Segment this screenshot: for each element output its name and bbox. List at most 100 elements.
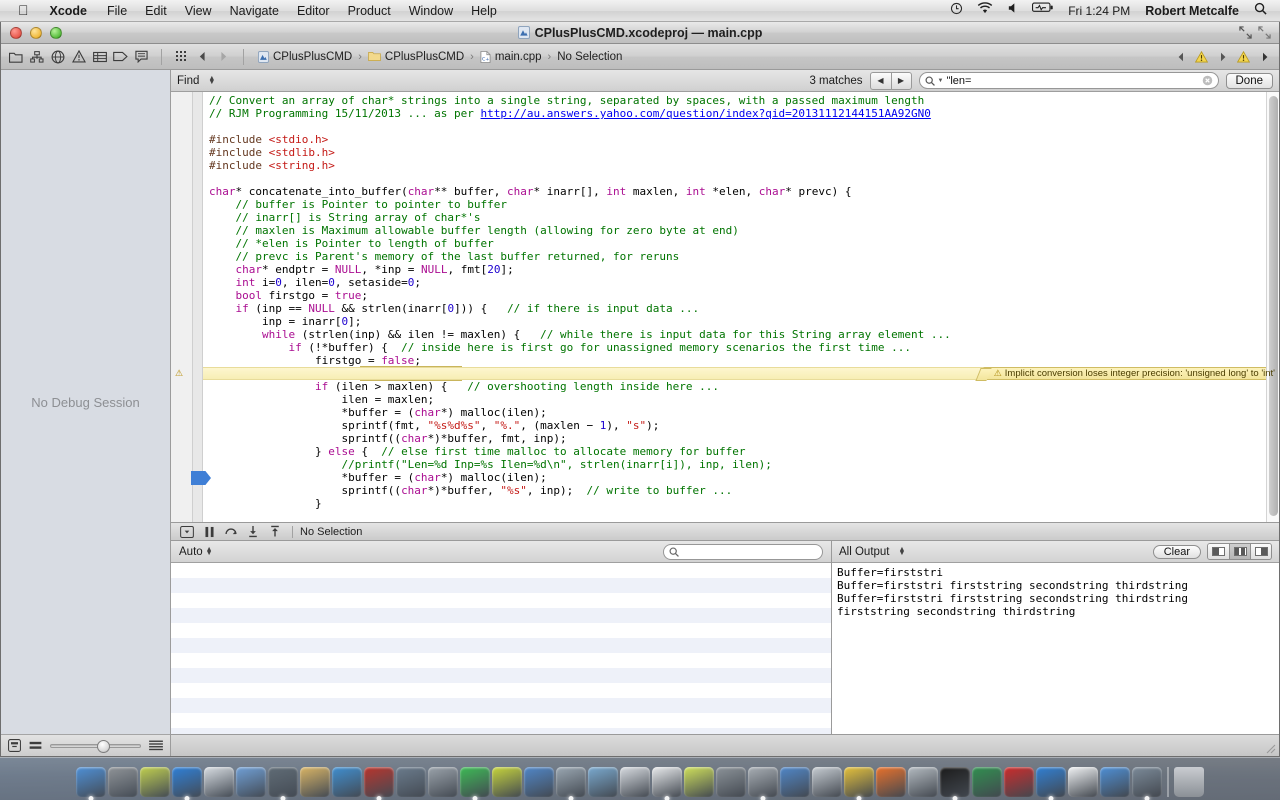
- dock-item-opera[interactable]: [684, 767, 714, 797]
- menu-item-product[interactable]: Product: [339, 2, 400, 20]
- find-mode-stepper-icon[interactable]: ▲▼: [208, 77, 215, 85]
- dock-item-paint[interactable]: [844, 767, 874, 797]
- dock-item-globe[interactable]: [1132, 767, 1162, 797]
- menu-item-edit[interactable]: Edit: [136, 2, 176, 20]
- list-small-icon[interactable]: [29, 740, 42, 751]
- console-output-area[interactable]: Buffer=firststri Buffer=firststri firsts…: [832, 563, 1279, 734]
- gutter-warning-icon[interactable]: ⚠: [175, 368, 183, 379]
- warning-icon[interactable]: [1192, 48, 1211, 66]
- dock-item-bluetooth[interactable]: [1036, 767, 1066, 797]
- dock-item-mail[interactable]: [140, 767, 170, 797]
- forward-arrow-icon[interactable]: [214, 48, 233, 66]
- find-done-button[interactable]: Done: [1226, 73, 1274, 89]
- menu-item-xcode[interactable]: Xcode: [39, 2, 99, 20]
- dock-item-notes2[interactable]: [780, 767, 810, 797]
- find-mode-label[interactable]: Find: [177, 75, 199, 87]
- comment-icon[interactable]: [132, 48, 151, 66]
- menu-item-help[interactable]: Help: [462, 2, 506, 20]
- hierarchy-icon[interactable]: [27, 48, 46, 66]
- globe-icon[interactable]: [48, 48, 67, 66]
- folder-icon[interactable]: [6, 48, 25, 66]
- battery-icon[interactable]: [1025, 2, 1061, 20]
- dock-item-activity[interactable]: [972, 767, 1002, 797]
- menu-bar-user[interactable]: Robert Metcalfe: [1137, 2, 1247, 20]
- console-filter-stepper-icon[interactable]: ▲▼: [899, 548, 906, 556]
- dock-item-lantern[interactable]: [492, 767, 522, 797]
- window-fullscreen-controls[interactable]: [1239, 26, 1271, 39]
- code-area[interactable]: // Convert an array of char* strings int…: [203, 92, 1279, 522]
- grid-icon[interactable]: [172, 48, 191, 66]
- wifi-icon[interactable]: [970, 2, 1000, 20]
- step-over-icon[interactable]: [221, 524, 241, 539]
- dock-item-dvd[interactable]: [908, 767, 938, 797]
- variables-scope-stepper-icon[interactable]: ▲▼: [206, 548, 213, 556]
- variables-list[interactable]: [171, 563, 831, 734]
- variables-scope-label[interactable]: Auto: [179, 546, 203, 558]
- minimize-button[interactable]: [30, 27, 42, 39]
- clear-icon[interactable]: [1202, 75, 1213, 86]
- resize-grip-icon[interactable]: [1264, 742, 1276, 754]
- variables-row[interactable]: [171, 578, 831, 593]
- dock-item-utility[interactable]: [812, 767, 842, 797]
- trash-icon[interactable]: [1174, 767, 1204, 797]
- navigator-zoom-slider[interactable]: [50, 744, 141, 748]
- hamburger-icon[interactable]: [149, 740, 163, 751]
- variables-row[interactable]: [171, 653, 831, 668]
- pause-icon[interactable]: [199, 524, 219, 539]
- time-machine-icon[interactable]: [943, 2, 970, 20]
- dock-item-music[interactable]: [332, 767, 362, 797]
- back-arrow-icon[interactable]: [193, 48, 212, 66]
- list-icon[interactable]: [90, 48, 109, 66]
- dock-item-skype[interactable]: [652, 767, 682, 797]
- dock-item-help[interactable]: [620, 767, 650, 797]
- variables-row[interactable]: [171, 563, 831, 578]
- issue-badge[interactable]: ⚠Implicit conversion loses integer preci…: [983, 367, 1279, 380]
- breadcrumb-item-project[interactable]: CPlusPlusCMD: [253, 47, 357, 67]
- volume-icon[interactable]: [1000, 2, 1025, 20]
- menu-item-view[interactable]: View: [176, 2, 221, 20]
- dock-item-books[interactable]: [364, 767, 394, 797]
- warning-icon[interactable]: [69, 48, 88, 66]
- filter-icon[interactable]: [8, 739, 21, 752]
- menu-item-window[interactable]: Window: [400, 2, 462, 20]
- find-search-input[interactable]: ▼ "len=: [919, 72, 1219, 89]
- dock-item-x11[interactable]: [1068, 767, 1098, 797]
- variables-row[interactable]: [171, 713, 831, 728]
- dock-item-opera2[interactable]: [1004, 767, 1034, 797]
- variables-only-icon[interactable]: [1208, 544, 1229, 559]
- close-button[interactable]: [10, 27, 22, 39]
- menu-item-file[interactable]: File: [98, 2, 136, 20]
- variables-row[interactable]: [171, 638, 831, 653]
- dock-item-folder[interactable]: [300, 767, 330, 797]
- dock-item-xcode[interactable]: [1100, 767, 1130, 797]
- variables-row[interactable]: [171, 608, 831, 623]
- slider-knob[interactable]: [97, 740, 110, 753]
- prev-issue-icon[interactable]: [1171, 48, 1190, 66]
- step-out-icon[interactable]: [265, 524, 285, 539]
- menu-item-editor[interactable]: Editor: [288, 2, 339, 20]
- scrollbar-thumb[interactable]: [1269, 96, 1278, 516]
- variables-row[interactable]: [171, 698, 831, 713]
- dock-item-settings[interactable]: [428, 767, 458, 797]
- dock-item-disk[interactable]: [748, 767, 778, 797]
- dock-item-adobe[interactable]: [716, 767, 746, 797]
- menu-bar-clock[interactable]: Fri 1:24 PM: [1061, 2, 1137, 20]
- editor-ribbon[interactable]: [193, 92, 203, 522]
- dock-item-finder[interactable]: [76, 767, 106, 797]
- dock-item-app-store[interactable]: [204, 767, 234, 797]
- tag-icon[interactable]: [111, 48, 130, 66]
- variables-row[interactable]: [171, 683, 831, 698]
- breadcrumb-item-group[interactable]: CPlusPlusCMD: [363, 47, 469, 67]
- variables-row[interactable]: [171, 623, 831, 638]
- dock-item-terminal[interactable]: [940, 767, 970, 797]
- dock-item-itunes[interactable]: [236, 767, 266, 797]
- dock-item-picture[interactable]: [588, 767, 618, 797]
- editor-gutter[interactable]: ⚠⚠: [171, 92, 193, 522]
- split-view-icon[interactable]: [1229, 544, 1250, 559]
- variables-search-input[interactable]: [663, 544, 823, 560]
- dock-item-facetime[interactable]: [268, 767, 298, 797]
- warning-icon-2[interactable]: [1234, 48, 1253, 66]
- dock-item-chrome[interactable]: [460, 767, 490, 797]
- next-issue-icon[interactable]: [1213, 48, 1232, 66]
- dock-item-photos[interactable]: [396, 767, 426, 797]
